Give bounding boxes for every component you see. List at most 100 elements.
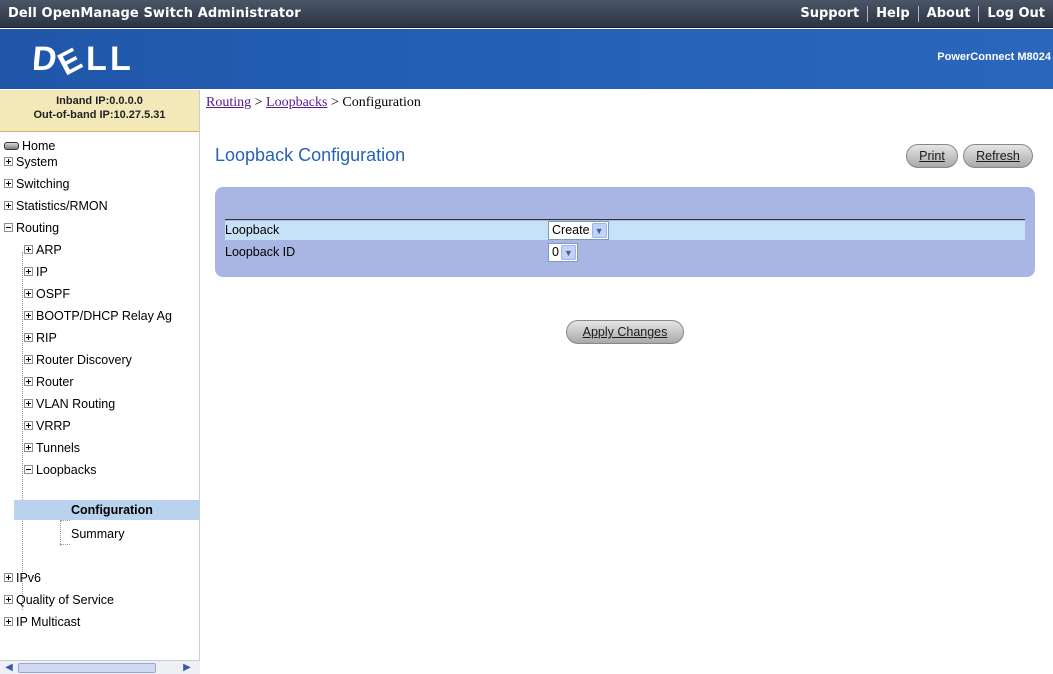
sidebar-item-label: Configuration: [71, 503, 153, 517]
chevron-down-icon[interactable]: ▼: [591, 223, 607, 238]
plus-box-icon[interactable]: [4, 573, 13, 583]
scrollbar-thumb[interactable]: [18, 663, 156, 673]
plus-box-icon[interactable]: [24, 443, 33, 453]
svg-text:E: E: [52, 42, 88, 76]
help-link[interactable]: Help: [867, 6, 917, 22]
scroll-right-icon[interactable]: ▶: [180, 662, 194, 674]
sidebar-item-label: Router Discovery: [36, 353, 132, 367]
sidebar-item-rip[interactable]: RIP: [24, 328, 57, 348]
loopback-id-select[interactable]: 0 ▼: [548, 243, 578, 262]
plus-box-icon[interactable]: [24, 399, 33, 409]
sidebar-item-system[interactable]: System: [4, 152, 58, 172]
plus-box-icon[interactable]: [24, 421, 33, 431]
sidebar-item-bootp[interactable]: BOOTP/DHCP Relay Ag: [24, 306, 172, 326]
breadcrumb-loopbacks[interactable]: Loopbacks: [266, 95, 327, 110]
form-row-loopback-id: Loopback ID 0 ▼: [225, 243, 1025, 262]
loopback-label: Loopback: [225, 223, 280, 237]
breadcrumb: Routing > Loopbacks > Configuration: [206, 95, 421, 111]
plus-box-icon[interactable]: [24, 245, 33, 255]
divider: [225, 219, 1025, 220]
plus-box-icon[interactable]: [24, 311, 33, 321]
breadcrumb-separator: >: [327, 95, 343, 110]
plus-box-icon[interactable]: [4, 157, 13, 167]
sidebar-item-routing[interactable]: Routing: [4, 218, 59, 238]
dell-logo: D E L L: [34, 42, 131, 76]
sidebar-item-label: Loopbacks: [36, 463, 97, 477]
plus-box-icon[interactable]: [4, 179, 13, 189]
sidebar-item-router-discovery[interactable]: Router Discovery: [24, 350, 132, 370]
sidebar-item-label: OSPF: [36, 287, 71, 301]
breadcrumb-separator: >: [251, 95, 267, 110]
sidebar-item-label: Tunnels: [36, 441, 81, 455]
svg-text:L: L: [110, 42, 131, 76]
sidebar-item-ospf[interactable]: OSPF: [24, 284, 70, 304]
sidebar-item-statistics[interactable]: Statistics/RMON: [4, 196, 108, 216]
form-row-loopback: Loopback Create ▼: [225, 221, 1025, 240]
sidebar-item-loopbacks[interactable]: Loopbacks: [24, 460, 96, 480]
apply-changes-button[interactable]: Apply Changes: [566, 320, 684, 344]
logout-link[interactable]: Log Out: [978, 6, 1053, 22]
sidebar-item-label: Summary: [71, 527, 125, 541]
sidebar-item-label: Quality of Service: [16, 593, 114, 607]
app-title: Dell OpenManage Switch Administrator: [8, 6, 301, 21]
refresh-button[interactable]: Refresh: [963, 144, 1033, 168]
print-button[interactable]: Print: [906, 144, 958, 168]
sidebar-item-arp[interactable]: ARP: [24, 240, 62, 260]
plus-box-icon[interactable]: [4, 201, 13, 211]
minus-box-icon[interactable]: [24, 465, 33, 475]
svg-text:D: D: [34, 42, 58, 76]
top-links: Support Help About Log Out: [792, 0, 1053, 28]
product-name: PowerConnect M8024: [937, 51, 1051, 63]
left-nav: Inband IP:0.0.0.0 Out-of-band IP:10.27.5…: [0, 90, 200, 674]
sidebar-item-label: IP: [36, 265, 48, 279]
ip-info-box: Inband IP:0.0.0.0 Out-of-band IP:10.27.5…: [0, 90, 199, 132]
loopback-form-panel: Loopback Create ▼ Loopback ID 0 ▼: [215, 187, 1035, 277]
sidebar-item-qos[interactable]: Quality of Service: [4, 590, 114, 610]
plus-box-icon[interactable]: [4, 595, 13, 605]
sidebar-item-label: VRRP: [36, 419, 71, 433]
svg-text:L: L: [86, 42, 107, 76]
chevron-down-icon[interactable]: ▼: [560, 245, 576, 260]
plus-box-icon[interactable]: [4, 617, 13, 627]
sidebar-item-label: BOOTP/DHCP Relay Ag: [36, 309, 172, 323]
drive-icon: [4, 141, 19, 150]
sidebar-item-configuration[interactable]: Configuration: [14, 500, 199, 520]
sidebar-item-summary[interactable]: Summary: [71, 524, 124, 544]
breadcrumb-routing[interactable]: Routing: [206, 95, 251, 110]
sidebar-item-vrrp[interactable]: VRRP: [24, 416, 71, 436]
sidebar-item-label: Router: [36, 375, 74, 389]
sidebar-item-label: RIP: [36, 331, 57, 345]
sidebar-item-label: Statistics/RMON: [16, 199, 108, 213]
inband-ip: Inband IP:0.0.0.0: [56, 95, 143, 107]
banner: D E L L PowerConnect M8024: [0, 29, 1053, 89]
sidebar-item-tunnels[interactable]: Tunnels: [24, 438, 80, 458]
tree-guide: [60, 544, 70, 545]
support-link[interactable]: Support: [792, 6, 867, 22]
sidebar-item-label: VLAN Routing: [36, 397, 116, 411]
plus-box-icon[interactable]: [24, 333, 33, 343]
loopback-select[interactable]: Create ▼: [548, 221, 609, 240]
loopback-select-value: Create: [552, 223, 590, 237]
plus-box-icon[interactable]: [24, 267, 33, 277]
sidebar-item-label: System: [16, 155, 58, 169]
sidebar-item-label: IPv6: [16, 571, 42, 585]
sidebar-item-switching[interactable]: Switching: [4, 174, 70, 194]
sidebar-item-label: Switching: [16, 177, 70, 191]
sidebar-item-ip-multicast[interactable]: IP Multicast: [4, 612, 80, 632]
breadcrumb-current: Configuration: [342, 95, 421, 110]
sidebar-horizontal-scrollbar[interactable]: ◀ ▶: [0, 660, 200, 674]
sidebar-item-vlan-routing[interactable]: VLAN Routing: [24, 394, 115, 414]
sidebar-item-ip[interactable]: IP: [24, 262, 48, 282]
tree-guide: [60, 520, 70, 521]
scroll-left-icon[interactable]: ◀: [2, 662, 16, 674]
minus-box-icon[interactable]: [4, 223, 13, 233]
about-link[interactable]: About: [917, 6, 979, 22]
loopback-id-label: Loopback ID: [225, 245, 296, 259]
sidebar-item-label: IP Multicast: [16, 615, 81, 629]
sidebar-item-router[interactable]: Router: [24, 372, 74, 392]
plus-box-icon[interactable]: [24, 377, 33, 387]
page-title: Loopback Configuration: [215, 145, 406, 165]
sidebar-item-ipv6[interactable]: IPv6: [4, 568, 41, 588]
plus-box-icon[interactable]: [24, 289, 33, 299]
plus-box-icon[interactable]: [24, 355, 33, 365]
